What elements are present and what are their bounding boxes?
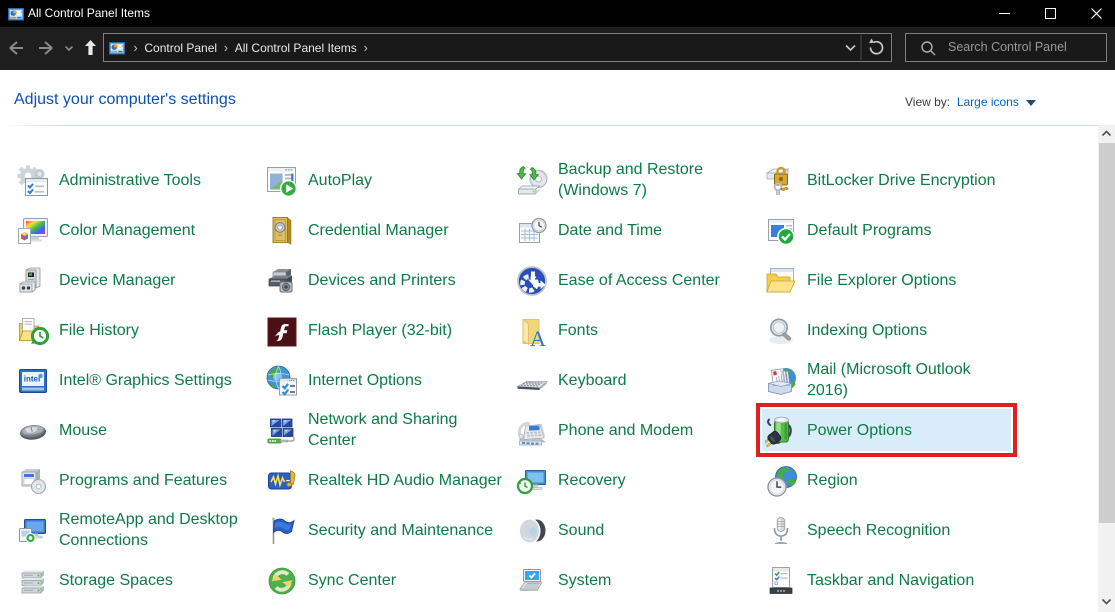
svg-text:intel: intel (24, 375, 40, 384)
svg-text:A: A (530, 326, 546, 347)
